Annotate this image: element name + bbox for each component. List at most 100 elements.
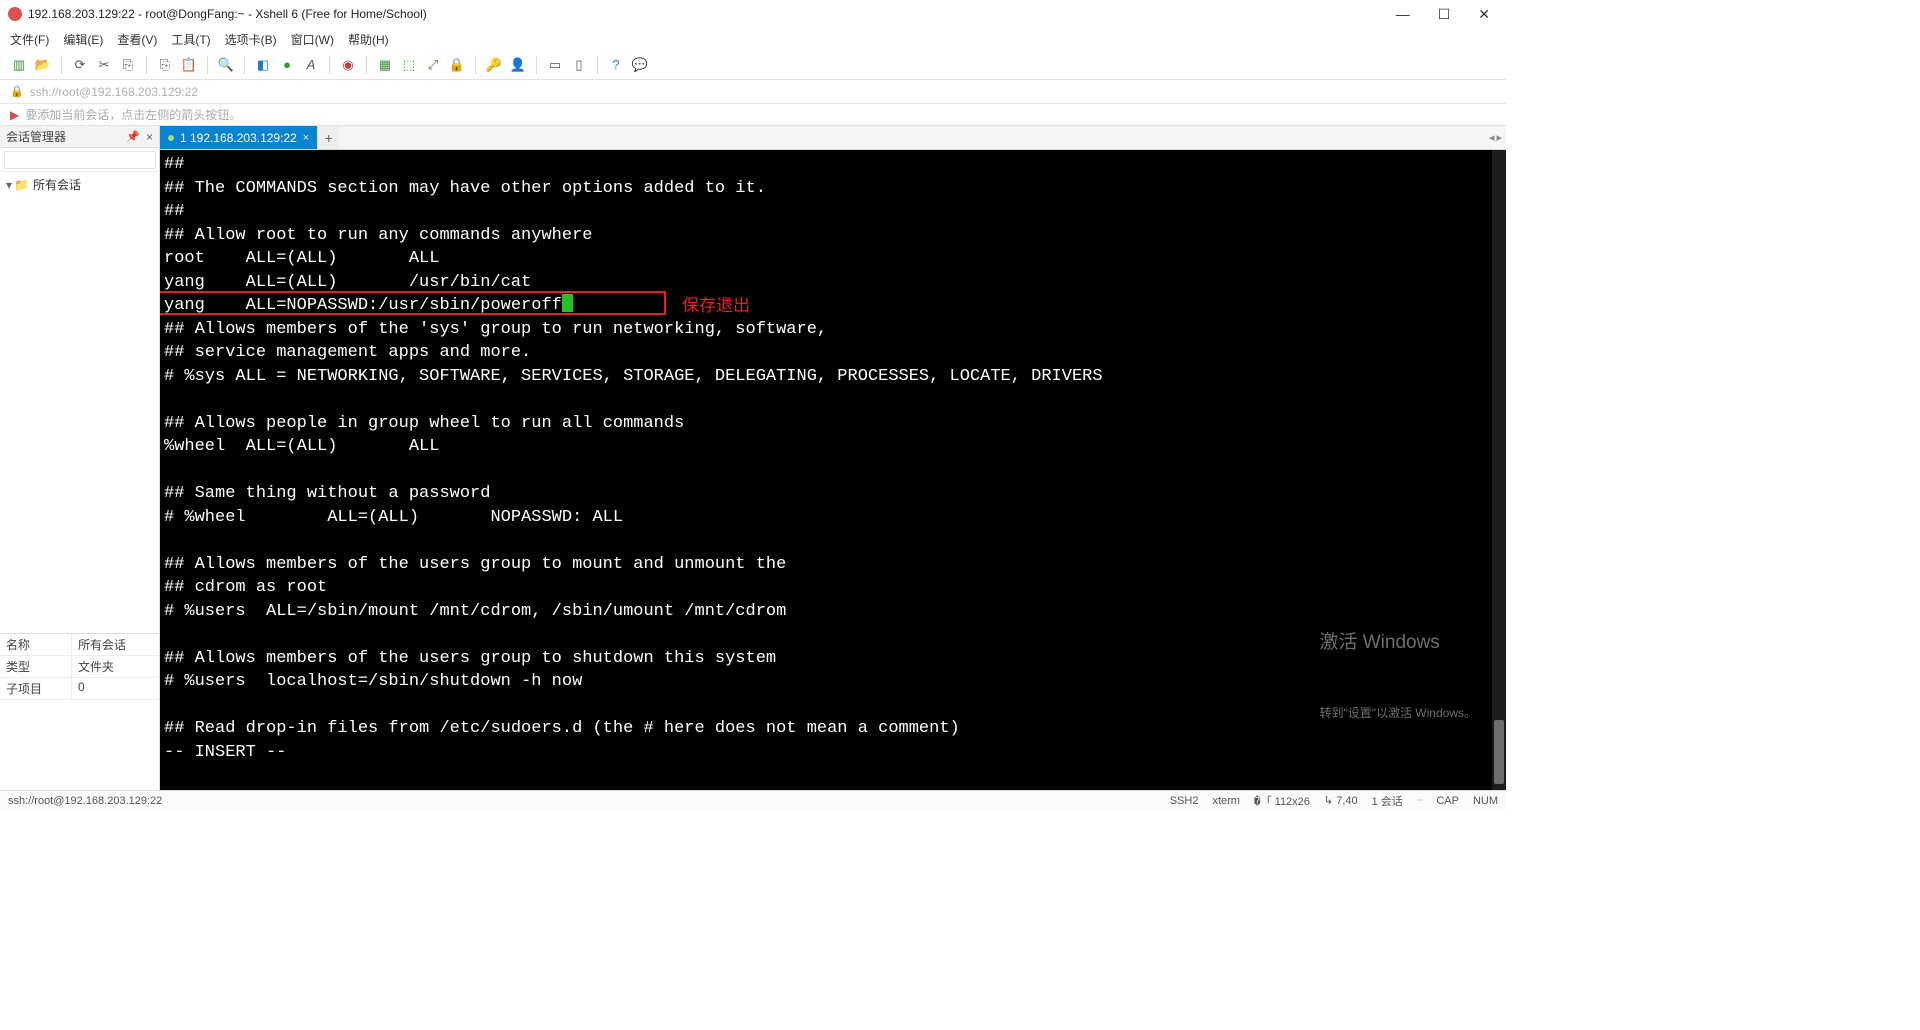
workspace: 会话管理器 📌 × 🔍 ▾📁 所有会话 名称 所有会话 类型 文件夹 子项目 — [0, 126, 1506, 790]
lock-icon[interactable]: 🔒 — [448, 56, 466, 74]
terminal-text-before: ## ## The COMMANDS section may have othe… — [164, 155, 766, 292]
highlight-text: yang ALL=NOPASSWD:/usr/sbin/poweroff — [164, 296, 562, 315]
terminal[interactable]: ## ## The COMMANDS section may have othe… — [160, 150, 1506, 790]
xagent-icon[interactable]: ◉ — [339, 56, 357, 74]
props-icon[interactable]: ⎘ — [119, 56, 137, 74]
key-icon[interactable]: 🔑 — [485, 56, 503, 74]
window-controls: — ☐ ✕ — [1396, 6, 1498, 23]
app-icon — [8, 7, 22, 21]
prop-row: 名称 所有会话 — [0, 634, 159, 656]
sidebar-search: 🔍 — [0, 148, 159, 172]
prop-row: 类型 文件夹 — [0, 656, 159, 678]
separator — [61, 56, 62, 74]
sidebar-close-icon[interactable]: × — [146, 130, 153, 144]
separator — [244, 56, 245, 74]
prop-key: 名称 — [0, 634, 72, 655]
scrollbar-thumb[interactable] — [1494, 720, 1504, 784]
layout1-icon[interactable]: ▭ — [546, 56, 564, 74]
sidebar-properties: 名称 所有会话 类型 文件夹 子项目 0 — [0, 633, 159, 790]
separator — [146, 56, 147, 74]
prop-key: 子项目 — [0, 678, 72, 699]
cascade-icon[interactable]: ⬚ — [400, 56, 418, 74]
flag-icon: ▶ — [10, 108, 19, 122]
menu-edit[interactable]: 编辑(E) — [63, 31, 103, 48]
globe-icon[interactable]: ● — [278, 56, 296, 74]
tab-close-icon[interactable]: × — [303, 132, 309, 144]
status-term: xterm — [1212, 795, 1240, 807]
tab-active[interactable]: 1 192.168.203.129:22 × — [160, 126, 317, 149]
menu-tabs[interactable]: 选项卡(B) — [225, 31, 277, 48]
windows-watermark: 激活 Windows 转到"设置"以激活 Windows。 — [1319, 584, 1476, 772]
close-button[interactable]: ✕ — [1478, 6, 1490, 23]
expand-icon[interactable]: ▾ — [6, 178, 12, 192]
maximize-button[interactable]: ☐ — [1438, 6, 1451, 23]
tree-root-label: 所有会话 — [33, 178, 81, 192]
terminal-text-after: ## Allows members of the 'sys' group to … — [164, 320, 1103, 762]
status-sep: ⎯ — [1417, 794, 1423, 807]
tab-add-button[interactable]: + — [317, 126, 339, 149]
layout2-icon[interactable]: ▯ — [570, 56, 588, 74]
watermark-line2: 转到"设置"以激活 Windows。 — [1319, 702, 1476, 726]
font-icon[interactable]: A — [302, 56, 320, 74]
status-dot-icon — [168, 135, 174, 141]
separator — [536, 56, 537, 74]
chat-icon[interactable]: 💬 — [631, 56, 649, 74]
status-num: NUM — [1473, 795, 1498, 807]
user-icon[interactable]: 👤 — [509, 56, 527, 74]
status-cap: CAP — [1436, 795, 1459, 807]
menu-file[interactable]: 文件(F) — [10, 31, 49, 48]
folder-icon: 📁 — [14, 178, 29, 192]
sidebar-title: 会话管理器 — [6, 128, 66, 145]
info-text: 要添加当前会话，点击左侧的箭头按钮。 — [25, 106, 241, 123]
fullscreen-icon[interactable]: ⤢ — [424, 56, 442, 74]
cursor — [562, 294, 573, 312]
terminal-scrollbar[interactable] — [1492, 150, 1506, 790]
status-bar: ssh://root@192.168.203.129:22 SSH2 xterm… — [0, 790, 1506, 810]
status-pos: ↳ 7,40 — [1324, 794, 1358, 807]
annotation-text: 保存退出 — [682, 294, 750, 318]
separator — [207, 56, 208, 74]
paste-icon[interactable]: 📋 — [180, 56, 198, 74]
sidebar-header: 会话管理器 📌 × — [0, 126, 159, 148]
menu-tools[interactable]: 工具(T) — [171, 31, 210, 48]
prop-row: 子项目 0 — [0, 678, 159, 700]
menu-help[interactable]: 帮助(H) — [348, 31, 389, 48]
new-session-icon[interactable]: ▥ — [10, 56, 28, 74]
session-tree[interactable]: ▾📁 所有会话 — [0, 172, 159, 633]
help-icon[interactable]: ? — [607, 56, 625, 74]
window-title: 192.168.203.129:22 - root@DongFang:~ - X… — [28, 7, 427, 21]
pin-icon[interactable]: 📌 — [126, 130, 140, 143]
tab-label: 1 192.168.203.129:22 — [180, 131, 297, 145]
copy-icon[interactable]: ⎘ — [156, 56, 174, 74]
tab-prev-icon[interactable]: ◂ — [1489, 131, 1495, 144]
separator — [597, 56, 598, 74]
tab-next-icon[interactable]: ▸ — [1496, 131, 1502, 144]
status-url: ssh://root@192.168.203.129:22 — [8, 795, 162, 807]
highlighted-line: yang ALL=NOPASSWD:/usr/sbin/poweroff — [164, 294, 573, 318]
tree-root[interactable]: ▾📁 所有会话 — [6, 176, 153, 193]
tab-nav: ◂ ▸ — [1485, 126, 1506, 149]
search-icon[interactable]: 🔍 — [217, 56, 235, 74]
watermark-line1: 激活 Windows — [1319, 631, 1476, 655]
menu-view[interactable]: 查看(V) — [117, 31, 157, 48]
address-url[interactable]: ssh://root@192.168.203.129:22 — [30, 85, 198, 99]
toolbar: ▥ 📂 ⟳ ✂ ⎘ ⎘ 📋 🔍 ◧ ● A ◉ ▦ ⬚ ⤢ 🔒 🔑 👤 ▭ ▯ … — [0, 50, 1506, 80]
separator — [329, 56, 330, 74]
prop-value: 0 — [72, 678, 159, 699]
color-icon[interactable]: ◧ — [254, 56, 272, 74]
lock-icon: 🔒 — [10, 85, 24, 98]
disconnect-icon[interactable]: ✂ — [95, 56, 113, 74]
tile-icon[interactable]: ▦ — [376, 56, 394, 74]
tab-bar: 1 192.168.203.129:22 × + ◂ ▸ — [160, 126, 1506, 150]
status-ssh: SSH2 — [1170, 795, 1199, 807]
status-size: �「 112x26 — [1254, 793, 1310, 809]
menu-window[interactable]: 窗口(W) — [291, 31, 334, 48]
titlebar: 192.168.203.129:22 - root@DongFang:~ - X… — [0, 0, 1506, 28]
minimize-button[interactable]: — — [1396, 6, 1410, 23]
prop-value: 所有会话 — [72, 634, 159, 655]
search-input[interactable] — [4, 151, 156, 169]
reconnect-icon[interactable]: ⟳ — [71, 56, 89, 74]
status-sessions: 1 会话 — [1372, 793, 1403, 809]
address-bar: 🔒 ssh://root@192.168.203.129:22 — [0, 80, 1506, 104]
open-icon[interactable]: 📂 — [34, 56, 52, 74]
